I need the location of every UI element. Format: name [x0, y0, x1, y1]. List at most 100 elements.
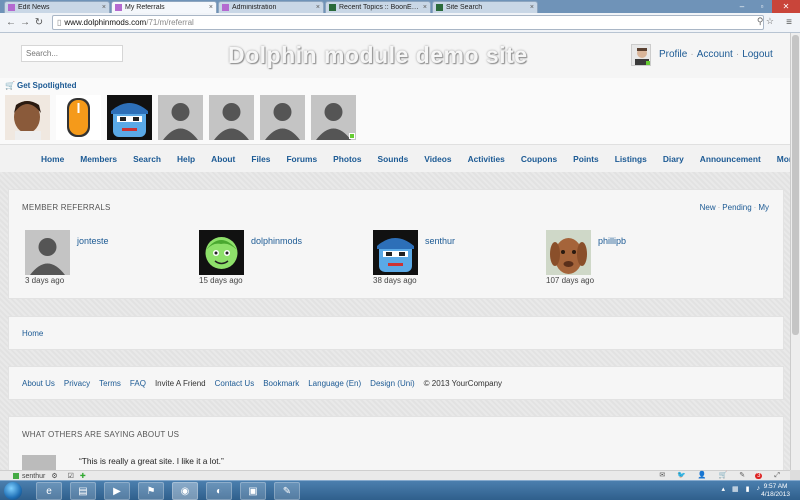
nav-item-videos[interactable]: Videos	[424, 154, 451, 164]
tab-pending[interactable]: Pending	[722, 203, 751, 212]
page-scrollbar[interactable]	[790, 33, 800, 470]
browser-tab-edit-news[interactable]: Edit News ×	[4, 1, 110, 13]
spotlight-member-silhouette[interactable]	[260, 95, 305, 140]
nav-item-members[interactable]: Members	[80, 154, 117, 164]
member-name-link[interactable]: senthur	[425, 236, 455, 246]
tab-new[interactable]: New	[700, 203, 716, 212]
nav-item-points[interactable]: Points	[573, 154, 599, 164]
nav-item-files[interactable]: Files	[251, 154, 270, 164]
forward-arrow-icon[interactable]: →	[18, 17, 32, 28]
footer-link-language[interactable]: Language (En)	[308, 379, 361, 388]
taskbar-clock[interactable]: 9:57 AM 4/18/2013	[761, 483, 790, 499]
friends-icon[interactable]: 👤	[698, 472, 707, 479]
footer-link-about-us[interactable]: About Us	[22, 379, 55, 388]
media-player-taskbar-icon[interactable]: ▶	[104, 482, 130, 500]
reload-icon[interactable]: ↻	[32, 17, 46, 28]
notifications-icon[interactable]: ✎ 3	[739, 472, 763, 479]
footer-link-invite-friend[interactable]: Invite A Friend	[155, 379, 206, 388]
nav-item-announcement[interactable]: Announcement	[700, 154, 761, 164]
user-avatar[interactable]	[631, 44, 651, 66]
member-name-link[interactable]: phillipb	[598, 236, 626, 246]
window-close-icon[interactable]: ✕	[772, 0, 800, 13]
plus-icon[interactable]: ✚	[80, 472, 86, 480]
page-favicon-icon	[436, 4, 443, 11]
spotlight-member-photo[interactable]	[5, 95, 50, 140]
tray-app-icon[interactable]: ▦	[732, 485, 739, 493]
nav-item-activities[interactable]: Activities	[468, 154, 505, 164]
get-spotlighted-link[interactable]: 🛒 Get Spotlighted	[5, 81, 77, 90]
spotlight-member-silhouette[interactable]	[158, 95, 203, 140]
start-button-icon[interactable]	[4, 482, 22, 500]
nav-item-forums[interactable]: Forums	[286, 154, 317, 164]
member-name-link[interactable]: jonteste	[77, 236, 109, 246]
site-search-input[interactable]	[21, 45, 123, 62]
member-avatar[interactable]	[373, 230, 418, 275]
footer-link-design[interactable]: Design (Uni)	[370, 379, 414, 388]
spotlight-member-silhouette[interactable]	[209, 95, 254, 140]
explorer-taskbar-icon[interactable]: ▤	[70, 482, 96, 500]
chat-user[interactable]: senthur ⚙ ☑ ✚	[13, 472, 86, 480]
member-name-link[interactable]: dolphinmods	[251, 236, 302, 246]
spotlight-member-photo[interactable]	[107, 95, 152, 140]
tray-volume-icon[interactable]: ♪	[757, 485, 761, 493]
footer-link-bookmark[interactable]: Bookmark	[263, 379, 299, 388]
nav-item-about[interactable]: About	[211, 154, 235, 164]
expand-icon[interactable]: ⤢	[774, 472, 780, 479]
online-status-icon	[13, 473, 19, 479]
nav-item-help[interactable]: Help	[177, 154, 195, 164]
zoom-star-icons[interactable]: ⚲ ☆	[757, 16, 774, 27]
browser-tab-administration[interactable]: Administration ×	[218, 1, 324, 13]
address-bar[interactable]: ▯ www.dolphinmods.com/71/m/referral	[52, 15, 764, 30]
member-avatar[interactable]	[25, 230, 70, 275]
maximize-icon[interactable]: ▫	[752, 0, 772, 13]
breadcrumb-home-link[interactable]: Home	[22, 329, 43, 338]
nav-item-photos[interactable]: Photos	[333, 154, 361, 164]
member-avatar[interactable]	[199, 230, 244, 275]
browser-menu-icon[interactable]: ≡	[782, 17, 796, 28]
scrollbar-thumb[interactable]	[792, 35, 799, 335]
footer-link-faq[interactable]: FAQ	[130, 379, 146, 388]
chrome-taskbar-icon[interactable]: ◉	[172, 482, 198, 500]
app-taskbar-icon[interactable]: ◐	[206, 482, 232, 500]
twitter-icon[interactable]: 🐦	[677, 472, 686, 479]
account-link[interactable]: Account	[697, 49, 733, 60]
cart-icon[interactable]: 🛒	[719, 472, 728, 479]
nav-item-listings[interactable]: Listings	[615, 154, 647, 164]
nav-item-sounds[interactable]: Sounds	[378, 154, 409, 164]
spotlight-member-silhouette[interactable]	[311, 95, 356, 140]
nav-item-search[interactable]: Search	[133, 154, 161, 164]
mail-icon[interactable]: ✉	[659, 472, 665, 479]
browser-tab-my-referrals[interactable]: My Referrals ×	[111, 1, 217, 13]
tab-my[interactable]: My	[758, 203, 769, 212]
nav-item-home[interactable]: Home	[41, 154, 64, 164]
ie-taskbar-icon[interactable]: e	[36, 482, 62, 500]
footer-link-terms[interactable]: Terms	[99, 379, 121, 388]
spotlight-member-photo[interactable]	[56, 95, 101, 140]
app-taskbar-icon[interactable]: ⚑	[138, 482, 164, 500]
browser-tab-recent-topics[interactable]: Recent Topics :: BoonEx U ×	[325, 1, 431, 13]
nav-item-coupons[interactable]: Coupons	[521, 154, 557, 164]
tray-network-icon[interactable]: ▮	[746, 485, 750, 493]
paint-taskbar-icon[interactable]: ✎	[274, 482, 300, 500]
close-tab-icon[interactable]: ×	[102, 4, 106, 11]
profile-link[interactable]: Profile	[659, 49, 687, 60]
member-avatar[interactable]	[546, 230, 591, 275]
close-tab-icon[interactable]: ×	[530, 4, 534, 11]
app-taskbar-icon[interactable]: ▣	[240, 482, 266, 500]
gear-icon[interactable]: ⚙	[51, 472, 57, 480]
logout-link[interactable]: Logout	[742, 49, 773, 60]
close-tab-icon[interactable]: ×	[423, 4, 427, 11]
web-page: Dolphin module demo site Profile·Account…	[0, 33, 790, 470]
close-tab-icon[interactable]: ×	[316, 4, 320, 11]
footer-link-contact-us[interactable]: Contact Us	[215, 379, 255, 388]
close-tab-icon[interactable]: ×	[209, 4, 213, 11]
tray-arrow-icon[interactable]: ▴	[722, 485, 726, 493]
nav-item-diary[interactable]: Diary	[663, 154, 684, 164]
member-join-time: 3 days ago	[25, 276, 65, 285]
back-arrow-icon[interactable]: ←	[4, 17, 18, 28]
minimize-icon[interactable]: –	[732, 0, 752, 13]
checkbox-icon[interactable]: ☑	[68, 472, 74, 480]
footer-link-privacy[interactable]: Privacy	[64, 379, 90, 388]
browser-tab-site-search[interactable]: Site Search ×	[432, 1, 538, 13]
nav-item-more[interactable]: More	[777, 154, 790, 164]
